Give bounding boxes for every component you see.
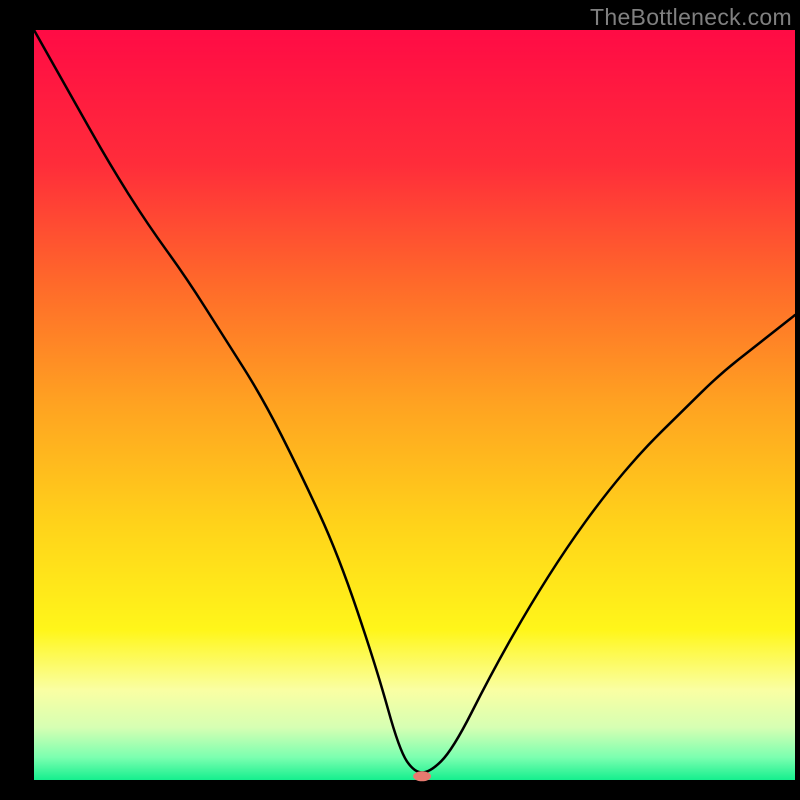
plot-background (34, 30, 795, 780)
bottleneck-chart (0, 0, 800, 800)
attribution-label: TheBottleneck.com (590, 4, 792, 31)
marker-point (413, 771, 431, 781)
chart-container: TheBottleneck.com (0, 0, 800, 800)
